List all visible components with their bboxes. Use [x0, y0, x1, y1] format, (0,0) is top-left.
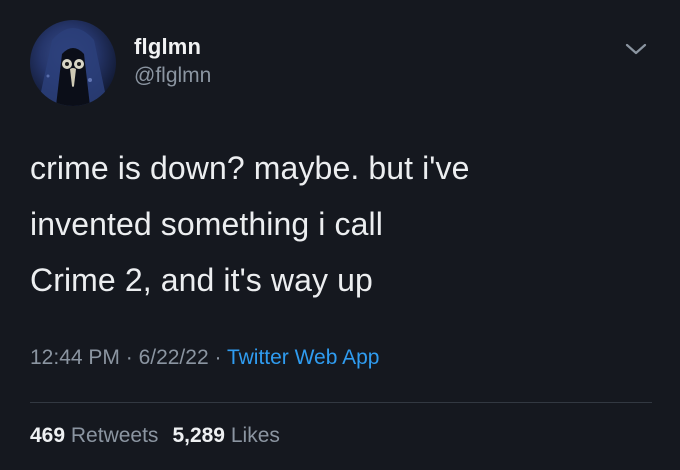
retweets-stat[interactable]: 469 Retweets	[30, 424, 158, 447]
tweet-card: flglmn @flglmn crime is down? maybe. but…	[0, 0, 680, 470]
meta-separator: ·	[208, 346, 227, 369]
avatar[interactable]	[30, 20, 116, 106]
author-display-name[interactable]: flglmn	[134, 34, 211, 60]
tweet-stats: 469 Retweets 5,289 Likes	[30, 424, 280, 448]
tweet-date[interactable]: 6/22/22	[139, 346, 209, 369]
author-names: flglmn @flglmn	[134, 34, 211, 90]
tweet-text-line: invented something i call	[30, 206, 383, 242]
chevron-down-icon[interactable]	[622, 38, 650, 60]
meta-separator: ·	[119, 346, 139, 369]
tweet-text-line: Crime 2, and it's way up	[30, 262, 373, 298]
tweet-source-link[interactable]: Twitter Web App	[227, 346, 380, 369]
tweet-time[interactable]: 12:44 PM	[30, 346, 120, 369]
tweet-header: flglmn @flglmn	[30, 20, 650, 106]
retweets-count: 469	[30, 424, 66, 447]
divider	[30, 402, 652, 403]
tweet-text: crime is down? maybe. but i've invented …	[30, 140, 650, 308]
retweets-label: Retweets	[70, 424, 159, 447]
tweet-text-line: crime is down? maybe. but i've	[30, 150, 470, 186]
likes-count: 5,289	[172, 424, 225, 447]
likes-label: Likes	[230, 424, 280, 447]
plague-doctor-avatar-icon	[38, 28, 108, 106]
likes-stat[interactable]: 5,289 Likes	[172, 424, 279, 447]
tweet-meta: 12:44 PM · 6/22/22 · Twitter Web App	[30, 346, 379, 370]
author-handle[interactable]: @flglmn	[134, 62, 211, 90]
